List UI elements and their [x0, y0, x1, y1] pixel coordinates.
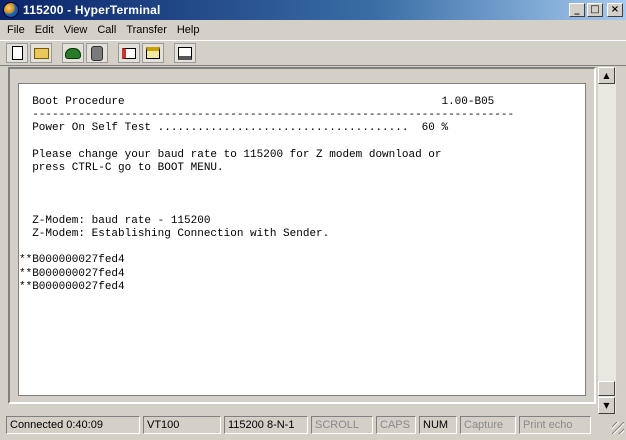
window-controls: _ □ × — [569, 3, 623, 17]
connect-button[interactable] — [62, 43, 84, 63]
terminal-line: Z-Modem: Establishing Connection with Se… — [19, 228, 330, 240]
menu-edit[interactable]: Edit — [30, 21, 59, 39]
status-scroll: SCROLL — [311, 416, 373, 434]
status-print-echo: Print echo — [519, 416, 591, 434]
send-file-icon — [122, 47, 136, 59]
terminal-line: **B000000027fed4 — [19, 267, 125, 280]
status-connected-time: Connected 0:40:09 — [6, 416, 140, 434]
terminal-line: **B000000027fed4 — [19, 280, 125, 293]
toolbar — [0, 40, 626, 66]
new-connection-icon — [11, 46, 23, 60]
menu-bar: File Edit View Call Transfer Help — [0, 20, 626, 40]
terminal-line: Please change your baud rate to 115200 f… — [19, 148, 442, 161]
receive-file-icon — [146, 47, 160, 59]
status-port-settings: 115200 8-N-1 — [224, 416, 308, 434]
maximize-button[interactable]: □ — [587, 3, 603, 17]
new-connection-button[interactable] — [6, 43, 28, 63]
vertical-scrollbar[interactable]: ▲ ▼ — [598, 67, 616, 414]
terminal-screen[interactable]: Boot Procedure 1.00-B05 ----------------… — [18, 83, 586, 396]
title-bar[interactable]: 115200 - HyperTerminal _ □ × — [0, 0, 626, 20]
menu-help[interactable]: Help — [172, 21, 205, 39]
menu-file[interactable]: File — [2, 21, 30, 39]
hyperterminal-icon[interactable] — [3, 2, 19, 18]
disconnect-icon — [91, 45, 103, 61]
status-num: NUM — [419, 416, 457, 434]
menu-view[interactable]: View — [59, 21, 93, 39]
terminal-line: Boot Procedure 1.00-B05 — [19, 96, 495, 108]
terminal-line: ----------------------------------------… — [19, 109, 515, 122]
menu-call[interactable]: Call — [92, 21, 121, 39]
menu-transfer[interactable]: Transfer — [121, 21, 172, 39]
scroll-thumb[interactable] — [598, 381, 615, 396]
resize-grip[interactable] — [612, 422, 624, 434]
terminal-frame: Boot Procedure 1.00-B05 ----------------… — [8, 67, 596, 404]
terminal-line: Power On Self Test .....................… — [19, 122, 449, 135]
connect-phone-icon — [65, 47, 81, 59]
window-title: 115200 - HyperTerminal — [23, 3, 161, 17]
properties-button[interactable] — [174, 43, 196, 63]
status-emulation: VT100 — [143, 416, 221, 434]
open-icon — [33, 47, 49, 59]
terminal-line: press CTRL-C go to BOOT MENU. — [19, 162, 224, 174]
terminal-line: **B000000027fed4 — [19, 254, 125, 267]
properties-icon — [178, 46, 192, 60]
status-capture: Capture — [460, 416, 516, 434]
status-bar: Connected 0:40:09 VT100 115200 8-N-1 SCR… — [0, 414, 626, 436]
close-button[interactable]: × — [607, 3, 623, 17]
scroll-up-button[interactable]: ▲ — [598, 67, 615, 84]
scroll-down-button[interactable]: ▼ — [598, 397, 615, 414]
disconnect-button[interactable] — [86, 43, 108, 63]
send-file-button[interactable] — [118, 43, 140, 63]
open-button[interactable] — [30, 43, 52, 63]
receive-file-button[interactable] — [142, 43, 164, 63]
terminal-line: Z-Modem: baud rate - 115200 — [19, 214, 211, 227]
status-caps: CAPS — [376, 416, 416, 434]
minimize-button[interactable]: _ — [569, 3, 585, 17]
